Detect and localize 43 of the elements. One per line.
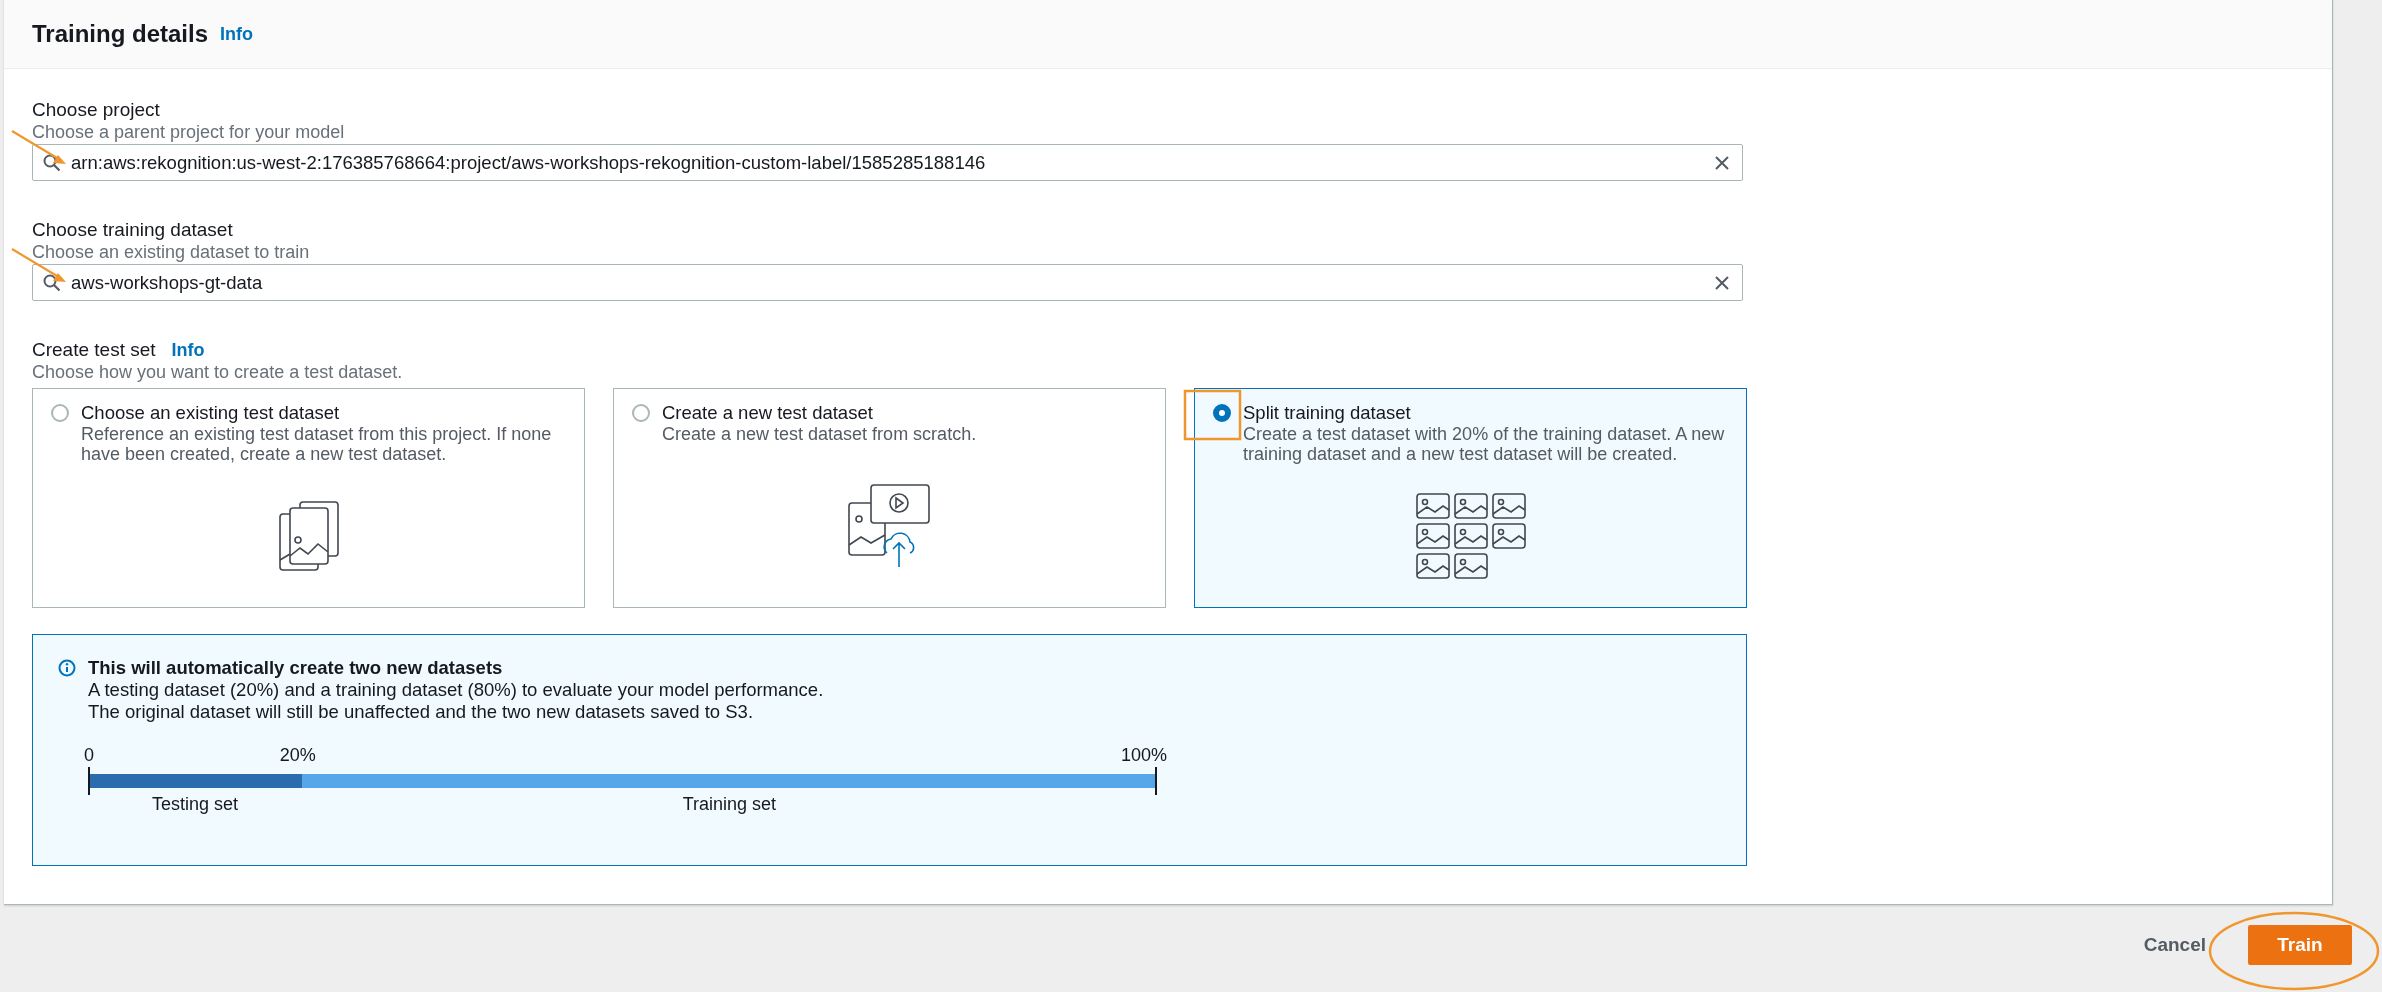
annotation-rectangle bbox=[1183, 389, 1242, 441]
alert-text: A testing dataset (20%) and a training dataset (80%) to evaluate your model performance. bbox=[88, 679, 825, 701]
info-link[interactable]: Info bbox=[171, 340, 205, 361]
search-field[interactable]: aws-workshops-gt-data bbox=[32, 264, 1743, 301]
search-icon bbox=[43, 153, 61, 172]
option-card[interactable]: Create a new test dataset Create a new test dataset from scratch. bbox=[613, 388, 1166, 608]
bar-label: Training set bbox=[682, 794, 777, 814]
field-label: Create test set bbox=[32, 339, 156, 361]
radio-button[interactable] bbox=[1213, 404, 1231, 422]
radio-button[interactable] bbox=[51, 404, 69, 422]
option-card[interactable]: Split training dataset Create a test dataset with 20% of the training dataset. A new training dataset and a new test dataset will be created. bbox=[1194, 388, 1747, 608]
image-grid-icon bbox=[1414, 491, 1527, 580]
search-icon bbox=[43, 273, 61, 292]
search-field[interactable]: arn:aws:rekognition:us-west-2:176385768664:project/aws-workshops-rekognition-custom-label/1585285188146 bbox=[32, 144, 1743, 181]
radio-button[interactable] bbox=[632, 404, 650, 422]
field-description: Choose how you want to create a test dataset. bbox=[32, 361, 403, 383]
info-icon bbox=[58, 659, 76, 677]
section-title: Training details bbox=[32, 20, 209, 48]
alert-title: This will automatically create two new datasets bbox=[88, 657, 504, 679]
option-description: Create a new test dataset from scratch. bbox=[662, 424, 977, 444]
tick-label: 20% bbox=[279, 745, 316, 766]
image-stack-icon bbox=[277, 499, 340, 572]
option-title: Choose an existing test dataset bbox=[81, 402, 341, 424]
field-description: Choose an existing dataset to train bbox=[32, 241, 310, 263]
option-description: Create a test dataset with 20% of the training dataset. A new training dataset and a new test dataset will be created. bbox=[1243, 424, 1726, 464]
alert-text: The original dataset will still be unaffected and the two new datasets saved to S3. bbox=[88, 701, 755, 723]
field-description: Choose a parent project for your model bbox=[32, 121, 345, 143]
clear-icon[interactable] bbox=[1714, 274, 1730, 291]
tick-label: 0 bbox=[84, 745, 94, 766]
field-label: Choose training dataset bbox=[32, 219, 233, 241]
field-value: arn:aws:rekognition:us-west-2:176385768664:project/aws-workshops-rekognition-custom-label/1585285188146 bbox=[71, 150, 987, 175]
info-link[interactable]: Info bbox=[220, 23, 254, 45]
image-upload-icon bbox=[846, 482, 933, 569]
option-title: Split training dataset bbox=[1243, 402, 1412, 424]
field-value: aws-workshops-gt-data bbox=[71, 270, 264, 295]
clear-icon[interactable] bbox=[1714, 154, 1730, 171]
bar-label: Testing set bbox=[151, 794, 238, 814]
cancel-button[interactable]: Cancel bbox=[2139, 928, 2210, 962]
tick-label: 100% bbox=[1120, 745, 1167, 766]
option-card[interactable]: Choose an existing test dataset Reference an existing test dataset from this project. If none have been created, create a new test dataset. bbox=[32, 388, 585, 608]
option-title: Create a new test dataset bbox=[662, 402, 874, 424]
option-description: Reference an existing test dataset from this project. If none have been created, create a new test dataset. bbox=[81, 424, 553, 464]
field-label: Choose project bbox=[32, 99, 160, 121]
